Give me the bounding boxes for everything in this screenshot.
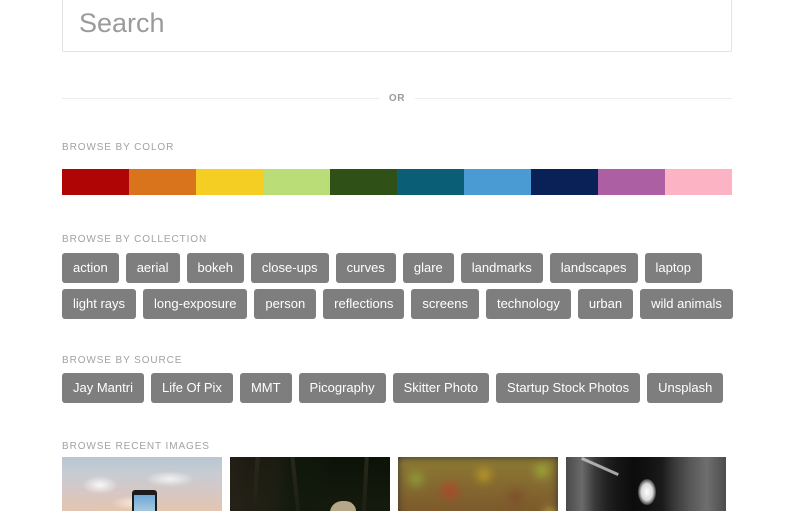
collection-tag-curves[interactable]: curves [335,253,396,283]
phone-shape [132,490,157,511]
recent-image-thumbnail[interactable] [398,457,558,511]
collection-tag-close-ups[interactable]: close-ups [250,253,329,283]
light-beam-shape [581,457,619,477]
color-swatch-row [62,169,732,195]
collection-tag-light-rays[interactable]: light rays [62,289,137,319]
sunset-phone-image [62,457,222,511]
collection-tag-laptop[interactable]: laptop [644,253,702,283]
tree-shape [248,457,260,511]
collection-tag-glare[interactable]: glare [402,253,454,283]
page-root: OR BROWSE BY COLOR BROWSE BY COLLECTION … [0,0,800,511]
browse-recent-images-heading: BROWSE RECENT IMAGES [62,441,210,452]
recent-image-thumbnail[interactable] [62,457,222,511]
autumn-bokeh-image [398,457,558,511]
source-tag-jay-mantri[interactable]: Jay Mantri [62,373,144,403]
source-tag-picography[interactable]: Picography [298,373,386,403]
lamp-glow-shape [638,479,656,505]
divider-line-left [62,97,379,99]
collection-tag-bokeh[interactable]: bokeh [186,253,244,283]
source-tag-mmt[interactable]: MMT [239,373,292,403]
source-tag-startup-stock-photos[interactable]: Startup Stock Photos [496,373,641,403]
source-tag-unsplash[interactable]: Unsplash [647,373,724,403]
search-input[interactable] [62,0,732,52]
collection-tag-person[interactable]: person [254,289,317,319]
collection-tag-group: action aerial bokeh close-ups curves glare lan… [62,253,742,319]
collection-tag-aerial[interactable]: aerial [125,253,180,283]
browse-by-color-heading: BROWSE BY COLOR [62,142,175,153]
color-swatch-orange[interactable] [129,169,196,195]
wolf-head-shape [330,501,356,511]
collection-tag-wild-animals[interactable]: wild animals [640,289,733,319]
color-swatch-light-green[interactable] [263,169,330,195]
recent-image-thumbnail[interactable] [566,457,726,511]
color-swatch-dark-green[interactable] [330,169,397,195]
recent-image-thumbnail[interactable] [230,457,390,511]
collection-tag-technology[interactable]: technology [485,289,571,319]
color-swatch-navy[interactable] [531,169,598,195]
browse-by-source-heading: BROWSE BY SOURCE [62,355,183,366]
browse-by-collection-heading: BROWSE BY COLLECTION [62,234,208,245]
search-bar [62,0,732,52]
recent-images-row [62,457,732,511]
bw-alley-image [566,457,726,511]
collection-tag-action[interactable]: action [62,253,119,283]
collection-tag-reflections[interactable]: reflections [323,289,405,319]
source-tag-life-of-pix[interactable]: Life Of Pix [150,373,233,403]
color-swatch-pink[interactable] [665,169,732,195]
collection-tag-long-exposure[interactable]: long-exposure [143,289,248,319]
or-divider: OR [62,90,733,106]
color-swatch-red[interactable] [62,169,129,195]
tree-shape [290,457,306,511]
source-tag-skitter-photo[interactable]: Skitter Photo [392,373,490,403]
collection-tag-screens[interactable]: screens [411,289,479,319]
tree-shape [359,457,369,511]
collection-tag-landscapes[interactable]: landscapes [549,253,638,283]
color-swatch-purple[interactable] [598,169,665,195]
collection-tag-landmarks[interactable]: landmarks [460,253,543,283]
color-swatch-light-blue[interactable] [464,169,531,195]
wolf-forest-image [230,457,390,511]
color-swatch-teal[interactable] [397,169,464,195]
or-label: OR [388,92,406,104]
collection-tag-urban[interactable]: urban [577,289,634,319]
divider-line-right [415,97,733,99]
color-swatch-yellow[interactable] [196,169,263,195]
source-tag-group: Jay Mantri Life Of Pix MMT Picography Skitte… [62,373,742,403]
